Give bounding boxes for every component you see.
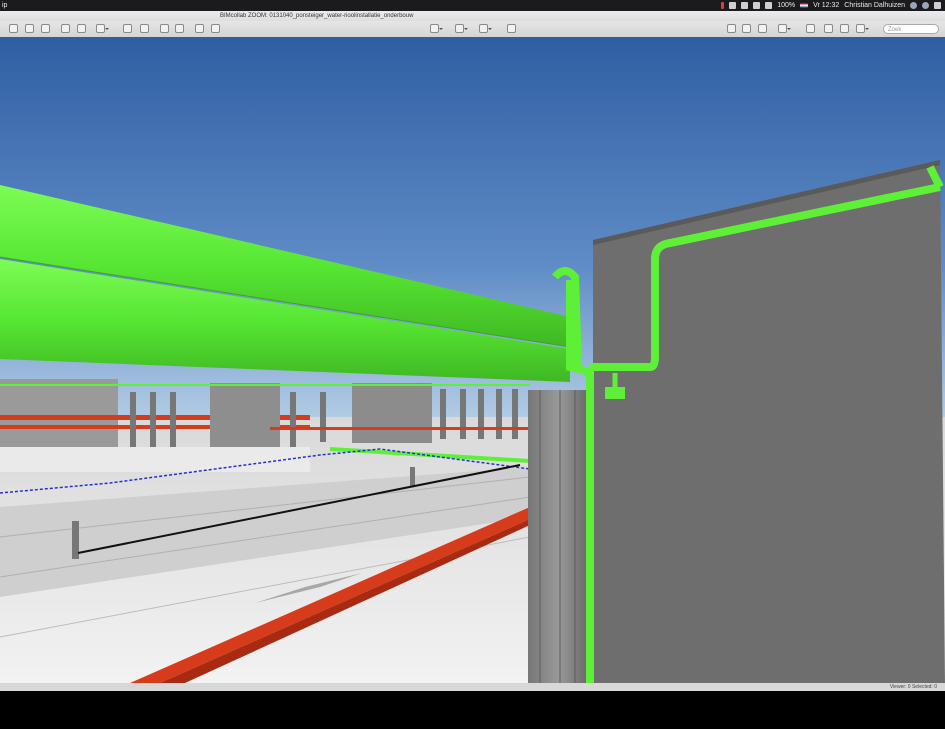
notification-center-icon[interactable] xyxy=(934,2,941,9)
language-flag-icon[interactable] xyxy=(800,3,809,8)
status-bar: Viewer: 0 Selected: 0 xyxy=(0,683,945,691)
hide-icon[interactable] xyxy=(140,24,149,33)
grey-wall xyxy=(593,160,945,683)
split-view-icon[interactable] xyxy=(778,24,791,33)
battery-percentage[interactable]: 100% xyxy=(777,0,795,11)
share-icon[interactable] xyxy=(840,24,849,33)
section-box-icon[interactable] xyxy=(160,24,169,33)
isolate-icon[interactable] xyxy=(123,24,132,33)
3d-scene[interactable] xyxy=(0,37,945,683)
bcf-icon[interactable] xyxy=(824,24,833,33)
screen-bottom xyxy=(0,691,945,729)
undo-icon[interactable] xyxy=(195,24,204,33)
select-icon[interactable] xyxy=(727,24,736,33)
properties-icon[interactable] xyxy=(742,24,751,33)
display-icon[interactable] xyxy=(753,2,761,9)
search-icon[interactable] xyxy=(910,2,917,9)
window-title: BIMcollab ZOOM: 0131040_ponsteiger_water… xyxy=(220,13,414,19)
zoom-selected-icon[interactable] xyxy=(77,24,86,33)
menubar-user[interactable]: Christian Dalhuizen xyxy=(844,0,905,11)
status-icon[interactable] xyxy=(721,2,725,9)
search-input[interactable]: Zoek xyxy=(883,24,939,34)
measure-icon[interactable] xyxy=(211,24,220,33)
concrete-column xyxy=(528,390,590,683)
home-view-icon[interactable] xyxy=(9,24,18,33)
issues-icon[interactable] xyxy=(806,24,815,33)
menubar-clock[interactable]: Vr 12:32 xyxy=(813,0,839,11)
visibility-icon[interactable] xyxy=(455,24,468,33)
zoom-fit-icon[interactable] xyxy=(61,24,70,33)
status-text: Viewer: 0 Selected: 0 xyxy=(889,684,937,690)
search-placeholder: Zoek xyxy=(888,27,902,33)
main-toolbar: Zoek xyxy=(0,21,945,38)
tree-icon[interactable] xyxy=(758,24,767,33)
window-titlebar: BIMcollab ZOOM: 0131040_ponsteiger_water… xyxy=(0,11,945,21)
clash-icon[interactable] xyxy=(507,24,516,33)
filter-icon[interactable] xyxy=(175,24,184,33)
layers-icon[interactable] xyxy=(479,24,492,33)
zoom-in-icon[interactable] xyxy=(25,24,34,33)
3d-viewport[interactable] xyxy=(0,37,945,683)
dropbox-icon[interactable] xyxy=(729,2,737,9)
menubar-app-fragment[interactable]: ip xyxy=(2,0,7,11)
sync-icon[interactable] xyxy=(741,2,749,9)
settings-icon[interactable] xyxy=(856,24,869,33)
display-style-icon[interactable] xyxy=(430,24,443,33)
siri-icon[interactable] xyxy=(922,2,929,9)
macos-menubar: ip 100% Vr 12:32 Christian Dalhuizen xyxy=(0,0,945,11)
zoom-out-icon[interactable] xyxy=(41,24,50,33)
wifi-icon[interactable] xyxy=(765,2,773,9)
navigation-mode-icon[interactable] xyxy=(96,24,109,33)
